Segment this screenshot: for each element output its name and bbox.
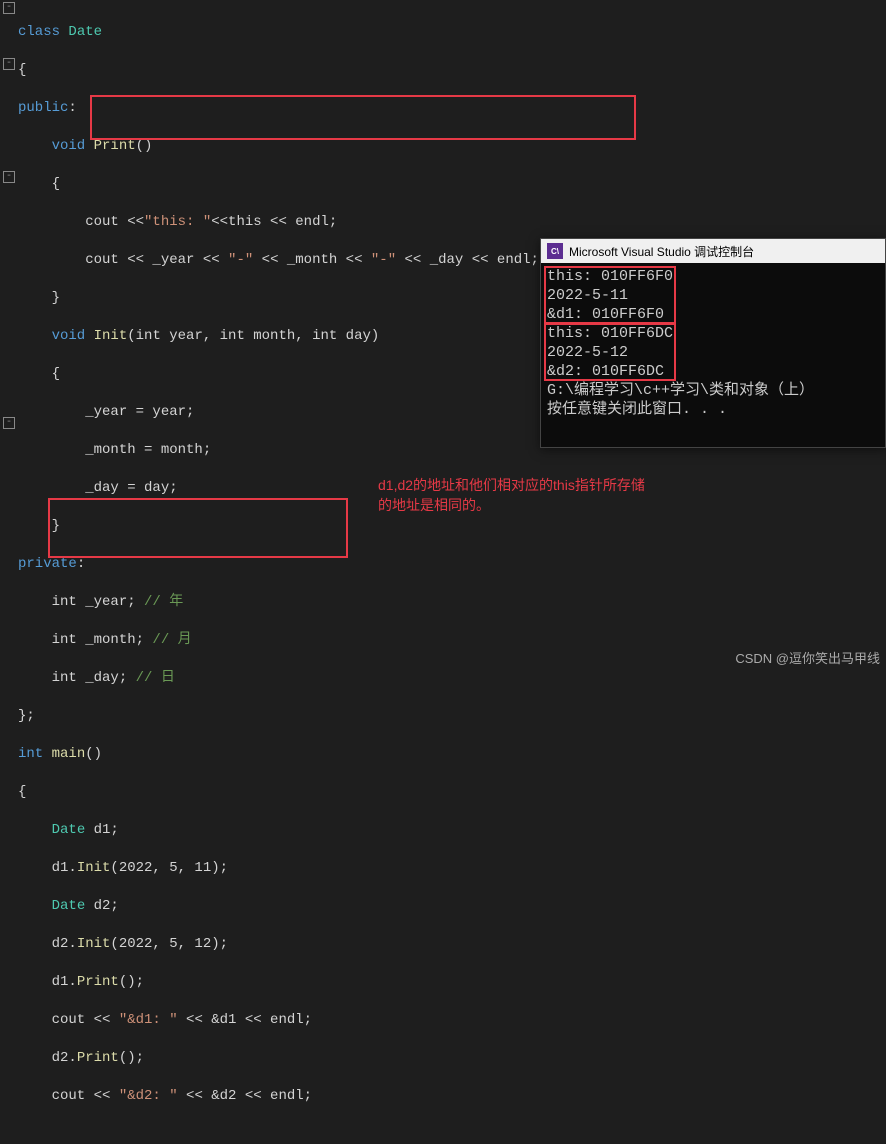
string-literal: "-" [371,252,396,268]
code-text: d1. [18,860,77,876]
func-call: Init [77,936,111,952]
func-print: Print [94,138,136,154]
code-text: d2. [18,1050,77,1066]
kw-int: int [18,746,52,762]
code-text: int _year; [18,594,144,610]
code-text: << _month << [253,252,371,268]
brace: }; [18,708,35,724]
console-line: G:\编程学习\c++学习\类和对象（上） [547,381,879,400]
fold-toggle[interactable]: - [3,2,15,14]
fold-gutter: - - - - [0,0,18,671]
code-text: << _day << endl; [396,252,539,268]
comment: // 日 [136,670,175,686]
console-line: &d1: 010FF6F0 [547,305,879,324]
code-text: _month = month; [18,442,211,458]
annotation-line: d1,d2的地址和他们相对应的this指针所存储 [378,476,645,496]
console-line: this: 010FF6DC [547,324,879,343]
string-literal: "&d1: " [119,1012,178,1028]
string-literal: "this: " [144,214,211,230]
string-literal: "&d2: " [119,1088,178,1104]
parens: () [85,746,102,762]
console-line: 2022-5-11 [547,286,879,305]
func-main: main [52,746,86,762]
string-literal: "-" [228,252,253,268]
fold-toggle[interactable]: - [3,58,15,70]
brace: } [18,290,60,306]
code-area[interactable]: class Date { public: void Print() { cout… [18,4,539,1144]
annotation-text: d1,d2的地址和他们相对应的this指针所存储 的地址是相同的。 [378,476,645,515]
func-call: Print [77,974,119,990]
args: (2022, 5, 11); [110,860,228,876]
console-title-text: Microsoft Visual Studio 调试控制台 [569,243,754,260]
vs-icon: C\ [547,243,563,259]
code-text: _year = year; [18,404,194,420]
func-call: Print [77,1050,119,1066]
console-body: this: 010FF6F0 2022-5-11 &d1: 010FF6F0 t… [541,263,885,423]
code-text: int _month; [18,632,152,648]
watermark: CSDN @逗你笑出马甲线 [735,648,880,667]
brace: } [18,518,60,534]
code-text: << &d1 << endl; [178,1012,312,1028]
annotation-line: 的地址是相同的。 [378,496,645,516]
parens: (); [119,1050,144,1066]
fold-toggle[interactable]: - [3,417,15,429]
brace: { [18,176,60,192]
console-titlebar[interactable]: C\ Microsoft Visual Studio 调试控制台 [541,239,885,263]
code-text: cout << _year << [18,252,228,268]
brace: { [18,784,26,800]
params: (int year, int month, int day) [127,328,379,344]
comment: // 月 [152,632,191,648]
code-text: <<this << endl; [211,214,337,230]
parens: (); [119,974,144,990]
kw-void: void [18,138,94,154]
console-line: 按任意键关闭此窗口. . . [547,400,879,419]
code-text: cout << [18,214,144,230]
code-text: d1. [18,974,77,990]
console-line: 2022-5-12 [547,343,879,362]
code-text: _day = day; [18,480,178,496]
fold-toggle[interactable]: - [3,171,15,183]
console-line: this: 010FF6F0 [547,267,879,286]
func-call: Init [77,860,111,876]
code-text: cout << [18,1088,119,1104]
console-line: &d2: 010FF6DC [547,362,879,381]
code-text: int _day; [18,670,136,686]
kw-void: void [18,328,94,344]
code-text: << &d2 << endl; [178,1088,312,1104]
comment: // 年 [144,594,183,610]
code-text: d2. [18,936,77,952]
parens: () [136,138,153,154]
debug-console-window[interactable]: C\ Microsoft Visual Studio 调试控制台 this: 0… [540,238,886,448]
func-init: Init [94,328,128,344]
args: (2022, 5, 12); [110,936,228,952]
code-text: cout << [18,1012,119,1028]
brace: { [18,366,60,382]
brace: { [18,62,26,78]
